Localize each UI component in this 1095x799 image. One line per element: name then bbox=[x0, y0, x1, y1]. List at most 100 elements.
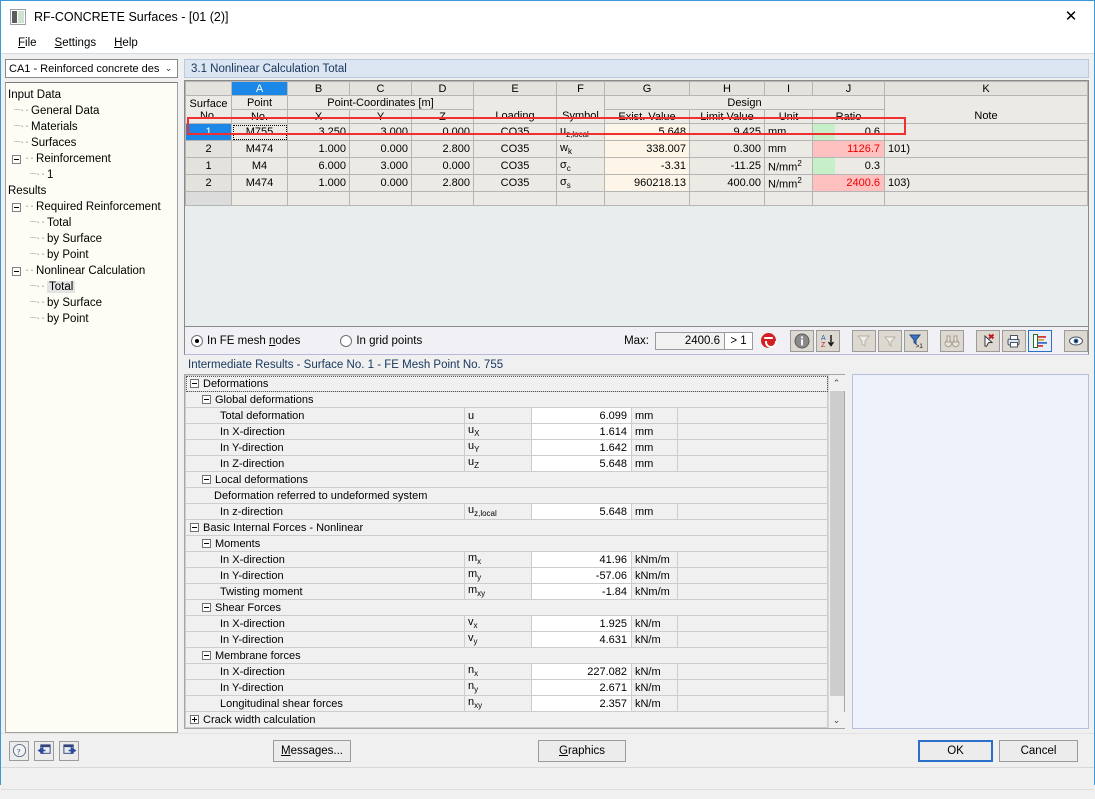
ir-expander-icon[interactable] bbox=[202, 539, 211, 549]
ir-expander-icon[interactable] bbox=[202, 395, 211, 405]
cell-note[interactable]: 101) bbox=[884, 140, 1088, 158]
tree-expander-icon[interactable] bbox=[12, 154, 21, 164]
cell-note[interactable]: 103) bbox=[884, 174, 1088, 192]
cell-exist-value[interactable]: 960218.13 bbox=[604, 174, 690, 192]
close-icon[interactable]: ✕ bbox=[1048, 1, 1094, 31]
cell-limit-value[interactable]: 9.425 bbox=[689, 123, 765, 141]
filter-icon[interactable] bbox=[878, 329, 902, 352]
ir-data-row[interactable]: Total deformation u 6.099 mm bbox=[185, 407, 828, 424]
visibility-eye-icon[interactable] bbox=[1064, 329, 1088, 352]
tree-item-results[interactable]: Results bbox=[8, 183, 175, 199]
cell-point-no[interactable]: M755 bbox=[231, 123, 288, 141]
menu-settings[interactable]: Settings bbox=[46, 35, 106, 51]
column-header-E[interactable]: E bbox=[473, 81, 557, 96]
intermediate-results-table[interactable]: Deformations Global deformations Total def… bbox=[185, 375, 828, 728]
ir-data-row[interactable]: In X-direction mx 41.96 kNm/m bbox=[185, 551, 828, 568]
column-header-C[interactable]: C bbox=[349, 81, 412, 96]
navigation-tree[interactable]: Input Data ┈·· General Data ┈·· Materials ┈··… bbox=[5, 82, 178, 733]
filter-off-icon[interactable] bbox=[852, 329, 876, 352]
cell-limit-value[interactable]: 400.00 bbox=[689, 174, 765, 192]
cell-symbol[interactable]: σs bbox=[556, 174, 605, 192]
column-header-D[interactable]: D bbox=[411, 81, 474, 96]
cell-symbol[interactable]: σc bbox=[556, 157, 605, 175]
tree-item-by-surface[interactable]: ┈·· by Surface bbox=[8, 295, 175, 311]
table-row[interactable]: 1 M755 3.250 3.000 0.000 CO35 uz,local 5.648 9.4… bbox=[185, 123, 1088, 141]
help-question-icon[interactable]: ? bbox=[9, 740, 29, 761]
cell-z[interactable]: 0.000 bbox=[411, 123, 474, 141]
cell-y[interactable]: 0.000 bbox=[349, 174, 412, 192]
ir-value[interactable]: 4.631 bbox=[530, 631, 632, 648]
tree-item-surfaces[interactable]: ┈·· Surfaces bbox=[8, 135, 175, 151]
max-value-field[interactable]: 2400.6 bbox=[655, 331, 725, 350]
table-empty-area[interactable] bbox=[185, 191, 1088, 206]
ir-value[interactable]: 5.648 bbox=[530, 455, 632, 472]
ir-group-row[interactable]: Global deformations bbox=[185, 391, 828, 408]
cell-x[interactable]: 6.000 bbox=[287, 157, 350, 175]
ir-expander-icon[interactable] bbox=[202, 475, 211, 485]
intermediate-results-scrollarea[interactable]: Deformations Global deformations Total def… bbox=[185, 375, 828, 728]
cell-y[interactable]: 3.000 bbox=[349, 123, 412, 141]
column-header-B[interactable]: B bbox=[287, 81, 350, 96]
tree-item-total[interactable]: ┈·· Total bbox=[8, 279, 175, 295]
ir-data-row[interactable]: In Y-direction uY 1.642 mm bbox=[185, 439, 828, 456]
info-icon[interactable] bbox=[790, 329, 814, 352]
binoculars-icon[interactable] bbox=[940, 329, 964, 352]
cell-exist-value[interactable]: 5.648 bbox=[604, 123, 690, 141]
cell-point-no[interactable]: M474 bbox=[231, 140, 288, 158]
ok-button[interactable]: OK bbox=[918, 739, 993, 762]
ir-value[interactable]: -1.84 bbox=[530, 583, 632, 600]
column-header-J[interactable]: J bbox=[812, 81, 885, 96]
table-row[interactable]: 2 M474 1.000 0.000 2.800 CO35 σs 960218.13 400.0… bbox=[185, 174, 1088, 192]
ir-group-row[interactable]: Deformations bbox=[185, 375, 828, 392]
tree-item-by-point[interactable]: ┈·· by Point bbox=[8, 247, 175, 263]
tree-expander-icon[interactable] bbox=[12, 202, 21, 212]
cell-x[interactable]: 1.000 bbox=[287, 140, 350, 158]
tree-expander-icon[interactable] bbox=[12, 266, 21, 276]
row-surface-no[interactable]: 2 bbox=[185, 140, 232, 158]
select-pointer-icon[interactable] bbox=[976, 329, 1000, 352]
cell-symbol[interactable]: wk bbox=[556, 140, 605, 158]
cell-exist-value[interactable]: 338.007 bbox=[604, 140, 690, 158]
ir-expander-icon[interactable] bbox=[190, 523, 199, 533]
ir-data-row[interactable]: Twisting moment mxy -1.84 kNm/m bbox=[185, 583, 828, 600]
design-case-combo[interactable]: CA1 - Reinforced concrete desi ⌄ bbox=[5, 59, 178, 78]
cell-ratio[interactable]: 0.6 bbox=[812, 123, 885, 141]
ir-data-row[interactable]: Longitudinal shear forces nxy 2.357 kN/m bbox=[185, 695, 828, 712]
cell-x[interactable]: 3.250 bbox=[287, 123, 350, 141]
tree-item-1[interactable]: ┈·· 1 bbox=[8, 167, 175, 183]
ir-expander-icon[interactable] bbox=[202, 603, 211, 613]
ir-value[interactable]: 1.614 bbox=[530, 423, 632, 440]
results-table[interactable]: A B C D E F G H I J K Surface No. Point Point-Coordina… bbox=[185, 81, 1088, 206]
column-header-K[interactable]: K bbox=[884, 81, 1088, 96]
cell-unit[interactable]: N/mm2 bbox=[764, 157, 813, 175]
cell-z[interactable]: 2.800 bbox=[411, 140, 474, 158]
row-surface-no[interactable]: 2 bbox=[185, 174, 232, 192]
ir-data-row[interactable]: In Z-direction uZ 5.648 mm bbox=[185, 455, 828, 472]
ir-value[interactable]: 6.099 bbox=[530, 407, 632, 424]
cell-limit-value[interactable]: -11.25 bbox=[689, 157, 765, 175]
tree-item-input-data[interactable]: Input Data bbox=[8, 87, 175, 103]
cell-z[interactable]: 2.800 bbox=[411, 174, 474, 192]
messages-button[interactable]: Messages... bbox=[273, 739, 351, 762]
ir-data-row[interactable]: Deformation referred to undeformed syste… bbox=[185, 487, 828, 504]
cell-z[interactable]: 0.000 bbox=[411, 157, 474, 175]
ir-value[interactable]: 227.082 bbox=[530, 663, 632, 680]
row-surface-no[interactable]: 1 bbox=[185, 123, 232, 141]
ir-group-row[interactable]: Shear Forces bbox=[185, 599, 828, 616]
ir-value[interactable]: 1.642 bbox=[530, 439, 632, 456]
previous-module-icon[interactable] bbox=[34, 740, 54, 761]
radio-fe-mesh-nodes[interactable]: In FE mesh nodes bbox=[191, 334, 300, 347]
cell-symbol[interactable]: uz,local bbox=[556, 123, 605, 141]
ir-value[interactable]: 1.925 bbox=[530, 615, 632, 632]
cell-point-no[interactable]: M474 bbox=[231, 174, 288, 192]
cell-loading[interactable]: CO35 bbox=[473, 140, 557, 158]
column-header-F[interactable]: F bbox=[556, 81, 605, 96]
ir-data-row[interactable]: In Y-direction my -57.06 kNm/m bbox=[185, 567, 828, 584]
cell-y[interactable]: 3.000 bbox=[349, 157, 412, 175]
tree-item-by-surface[interactable]: ┈·· by Surface bbox=[8, 231, 175, 247]
cell-exist-value[interactable]: -3.31 bbox=[604, 157, 690, 175]
menu-help[interactable]: Help bbox=[105, 35, 147, 51]
ir-value[interactable]: 2.671 bbox=[530, 679, 632, 696]
next-module-icon[interactable] bbox=[59, 740, 79, 761]
tree-item-materials[interactable]: ┈·· Materials bbox=[8, 119, 175, 135]
